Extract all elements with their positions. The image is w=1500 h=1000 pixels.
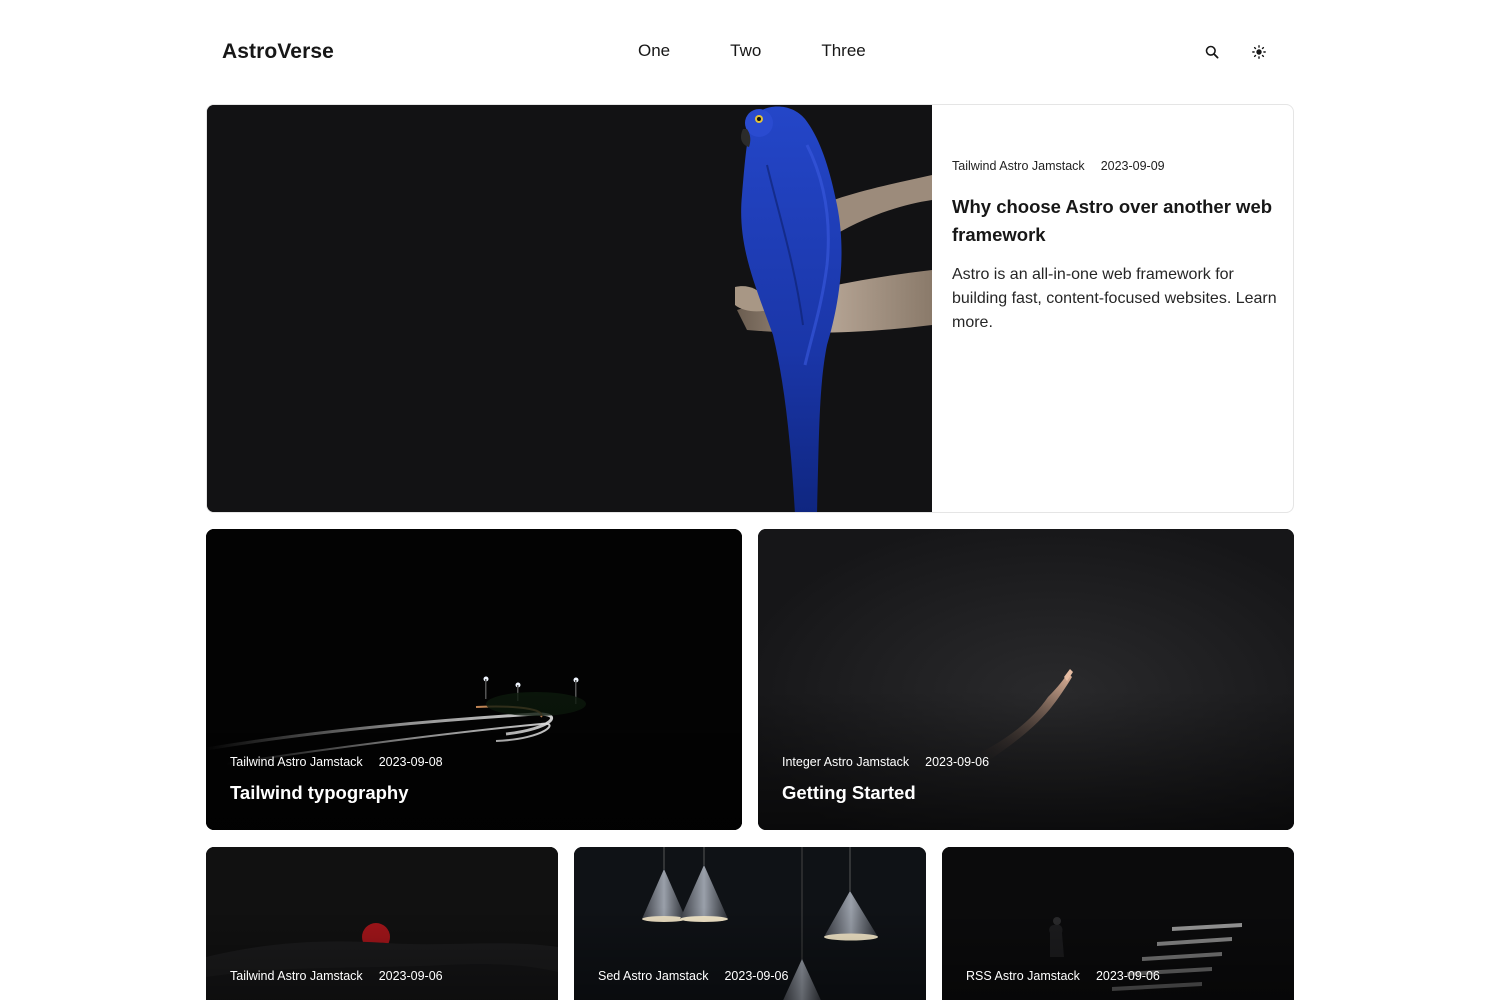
featured-post-image — [207, 105, 932, 512]
nav-link-two[interactable]: Two — [730, 41, 761, 61]
sun-icon — [1252, 45, 1266, 59]
featured-post-card[interactable]: Tailwind Astro Jamstack 2023-09-09 Why c… — [206, 104, 1294, 513]
post-meta: Tailwind Astro Jamstack 2023-09-06 — [230, 969, 443, 983]
featured-post-description: Astro is an all-in-one web framework for… — [952, 266, 1277, 331]
post-meta: Integer Astro Jamstack 2023-09-06 — [782, 755, 989, 769]
featured-post-title[interactable]: Why choose Astro over another web framew… — [952, 193, 1277, 249]
post-date: 2023-09-06 — [378, 969, 443, 983]
post-meta: Tailwind Astro Jamstack 2023-09-08 — [230, 755, 443, 769]
card-overlay — [942, 907, 1294, 1000]
post-tags: Integer Astro Jamstack — [782, 755, 910, 769]
post-date: 2023-09-09 — [1100, 159, 1165, 173]
post-card[interactable]: Tailwind Astro Jamstack 2023-09-06 — [206, 847, 558, 1000]
post-date: 2023-09-06 — [1095, 969, 1160, 983]
nav-link-one[interactable]: One — [638, 41, 670, 61]
site-logo[interactable]: AstroVerse — [222, 40, 334, 64]
search-icon — [1205, 45, 1219, 59]
post-tags: Tailwind Astro Jamstack — [952, 159, 1085, 173]
search-button[interactable] — [1202, 42, 1222, 62]
site-header: AstroVerse One Two Three — [0, 0, 1500, 104]
post-card[interactable]: Tailwind Astro Jamstack 2023-09-08 Tailw… — [206, 529, 742, 830]
post-title[interactable]: Getting Started — [782, 782, 916, 804]
post-title[interactable]: Tailwind typography — [230, 782, 409, 804]
post-card[interactable]: RSS Astro Jamstack 2023-09-06 — [942, 847, 1294, 1000]
post-meta: Tailwind Astro Jamstack 2023-09-09 — [952, 159, 1277, 173]
post-date: 2023-09-06 — [925, 755, 990, 769]
post-tags: Tailwind Astro Jamstack — [230, 969, 363, 983]
theme-toggle-button[interactable] — [1249, 42, 1269, 62]
post-card[interactable]: Integer Astro Jamstack 2023-09-06 Gettin… — [758, 529, 1294, 830]
featured-post-content: Tailwind Astro Jamstack 2023-09-09 Why c… — [952, 159, 1277, 335]
post-tags: RSS Astro Jamstack — [966, 969, 1080, 983]
post-tags: Tailwind Astro Jamstack — [230, 755, 363, 769]
post-date: 2023-09-08 — [378, 755, 443, 769]
parrot-illustration — [207, 105, 932, 512]
main-nav: One Two Three — [638, 41, 866, 61]
post-tags: Sed Astro Jamstack — [598, 969, 709, 983]
post-date: 2023-09-06 — [724, 969, 789, 983]
card-overlay — [574, 907, 926, 1000]
nav-link-three[interactable]: Three — [821, 41, 865, 61]
post-card[interactable]: Sed Astro Jamstack 2023-09-06 — [574, 847, 926, 1000]
post-meta: RSS Astro Jamstack 2023-09-06 — [966, 969, 1160, 983]
post-meta: Sed Astro Jamstack 2023-09-06 — [598, 969, 788, 983]
page: AstroVerse One Two Three Tailwind Astro … — [0, 0, 1500, 1000]
card-overlay — [206, 907, 558, 1000]
